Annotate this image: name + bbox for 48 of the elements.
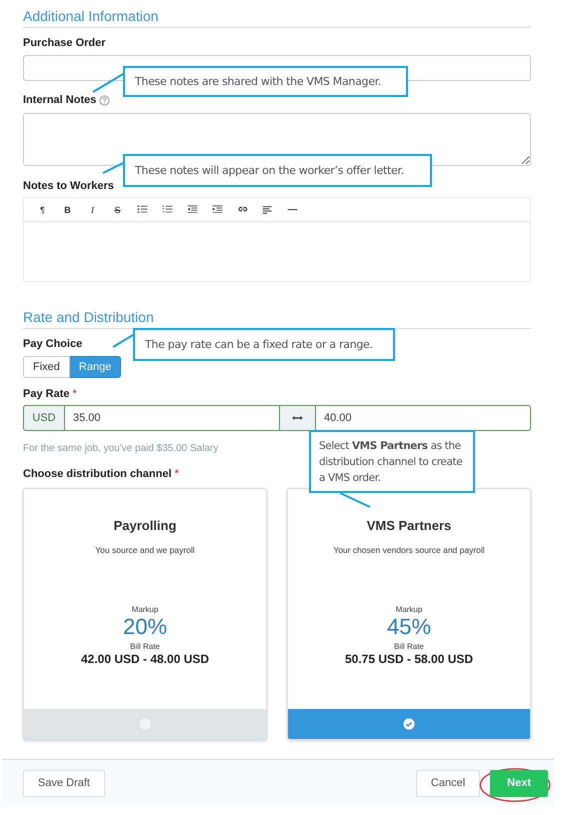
markup-value: 20% bbox=[122, 614, 168, 640]
field-label: Internal Notes bbox=[23, 93, 96, 107]
callout-text: Select VMS Partners as the distribution channel to create a VMS order. bbox=[319, 438, 464, 486]
markup-label: Markup bbox=[130, 605, 160, 614]
notes-editor[interactable]: ¶ B I S bbox=[23, 197, 531, 282]
field-label: Purchase Order bbox=[23, 36, 106, 50]
field-label: Notes to Workers bbox=[23, 179, 114, 193]
field-label: Pay Choice bbox=[23, 337, 82, 351]
field-label: Choose distribution channel bbox=[23, 467, 172, 481]
strike-button[interactable]: S bbox=[105, 204, 130, 214]
bill-rate-label: Bill Rate bbox=[393, 642, 425, 651]
required-mark: * bbox=[72, 388, 77, 400]
section-heading: Additional Information bbox=[23, 7, 160, 25]
double-arrow-icon bbox=[292, 415, 303, 421]
align-left-icon[interactable] bbox=[262, 204, 273, 215]
channel-card[interactable]: Payrolling You source and we payroll Markup 20% Bill Rate 42.00 USD - 48.00 USD bbox=[23, 488, 267, 740]
section-heading: Rate and Distribution bbox=[23, 308, 155, 326]
callout-text: These notes are shared with the VMS Manager. bbox=[135, 75, 382, 88]
hint-text: For the same job, you've paid $35.00 Salary bbox=[23, 443, 218, 454]
cancel-button[interactable]: Cancel bbox=[416, 770, 480, 796]
pay-choice-toggle[interactable]: Fixed bbox=[23, 356, 70, 378]
bill-rate-value: 42.00 USD - 48.00 USD bbox=[80, 652, 210, 666]
currency-addon: USD bbox=[23, 405, 65, 431]
channel-card[interactable]: VMS Partners Your chosen vendors source and payroll Markup 45% Bill Rate 50.75 USD - 58.00 USD bbox=[287, 488, 531, 740]
markup-label: Markup bbox=[394, 605, 424, 614]
bill-rate-value: 50.75 USD - 58.00 USD bbox=[344, 652, 474, 666]
card-title: VMS Partners bbox=[366, 518, 452, 533]
bullet-list-icon[interactable] bbox=[137, 204, 148, 215]
required-mark: * bbox=[174, 468, 179, 480]
max-rate-field[interactable]: 40.00 bbox=[316, 405, 531, 431]
field-label: Pay Rate bbox=[23, 387, 70, 401]
callout-text: The pay rate can be a fixed rate or a range. bbox=[145, 338, 373, 351]
help-icon[interactable] bbox=[99, 94, 110, 106]
card-title: Payrolling bbox=[112, 518, 178, 533]
indent-icon[interactable] bbox=[212, 204, 223, 215]
callout-text: These notes will appear on the worker’s offer letter. bbox=[135, 164, 404, 177]
bold-button[interactable]: B bbox=[55, 204, 80, 214]
italic-button[interactable]: I bbox=[80, 204, 105, 214]
save-draft-button[interactable]: Save Draft bbox=[23, 770, 105, 796]
glyph-button[interactable]: ¶ bbox=[30, 204, 55, 214]
markup-value: 45% bbox=[386, 614, 432, 640]
card-subtitle: You source and we payroll bbox=[94, 545, 196, 555]
check-icon bbox=[403, 718, 415, 730]
outdent-icon[interactable] bbox=[187, 204, 198, 215]
min-rate-field[interactable]: 35.00 bbox=[65, 405, 280, 431]
card-subtitle: Your chosen vendors source and payroll bbox=[332, 545, 486, 555]
bill-rate-label: Bill Rate bbox=[129, 642, 161, 651]
numbered-list-icon[interactable] bbox=[162, 204, 173, 215]
